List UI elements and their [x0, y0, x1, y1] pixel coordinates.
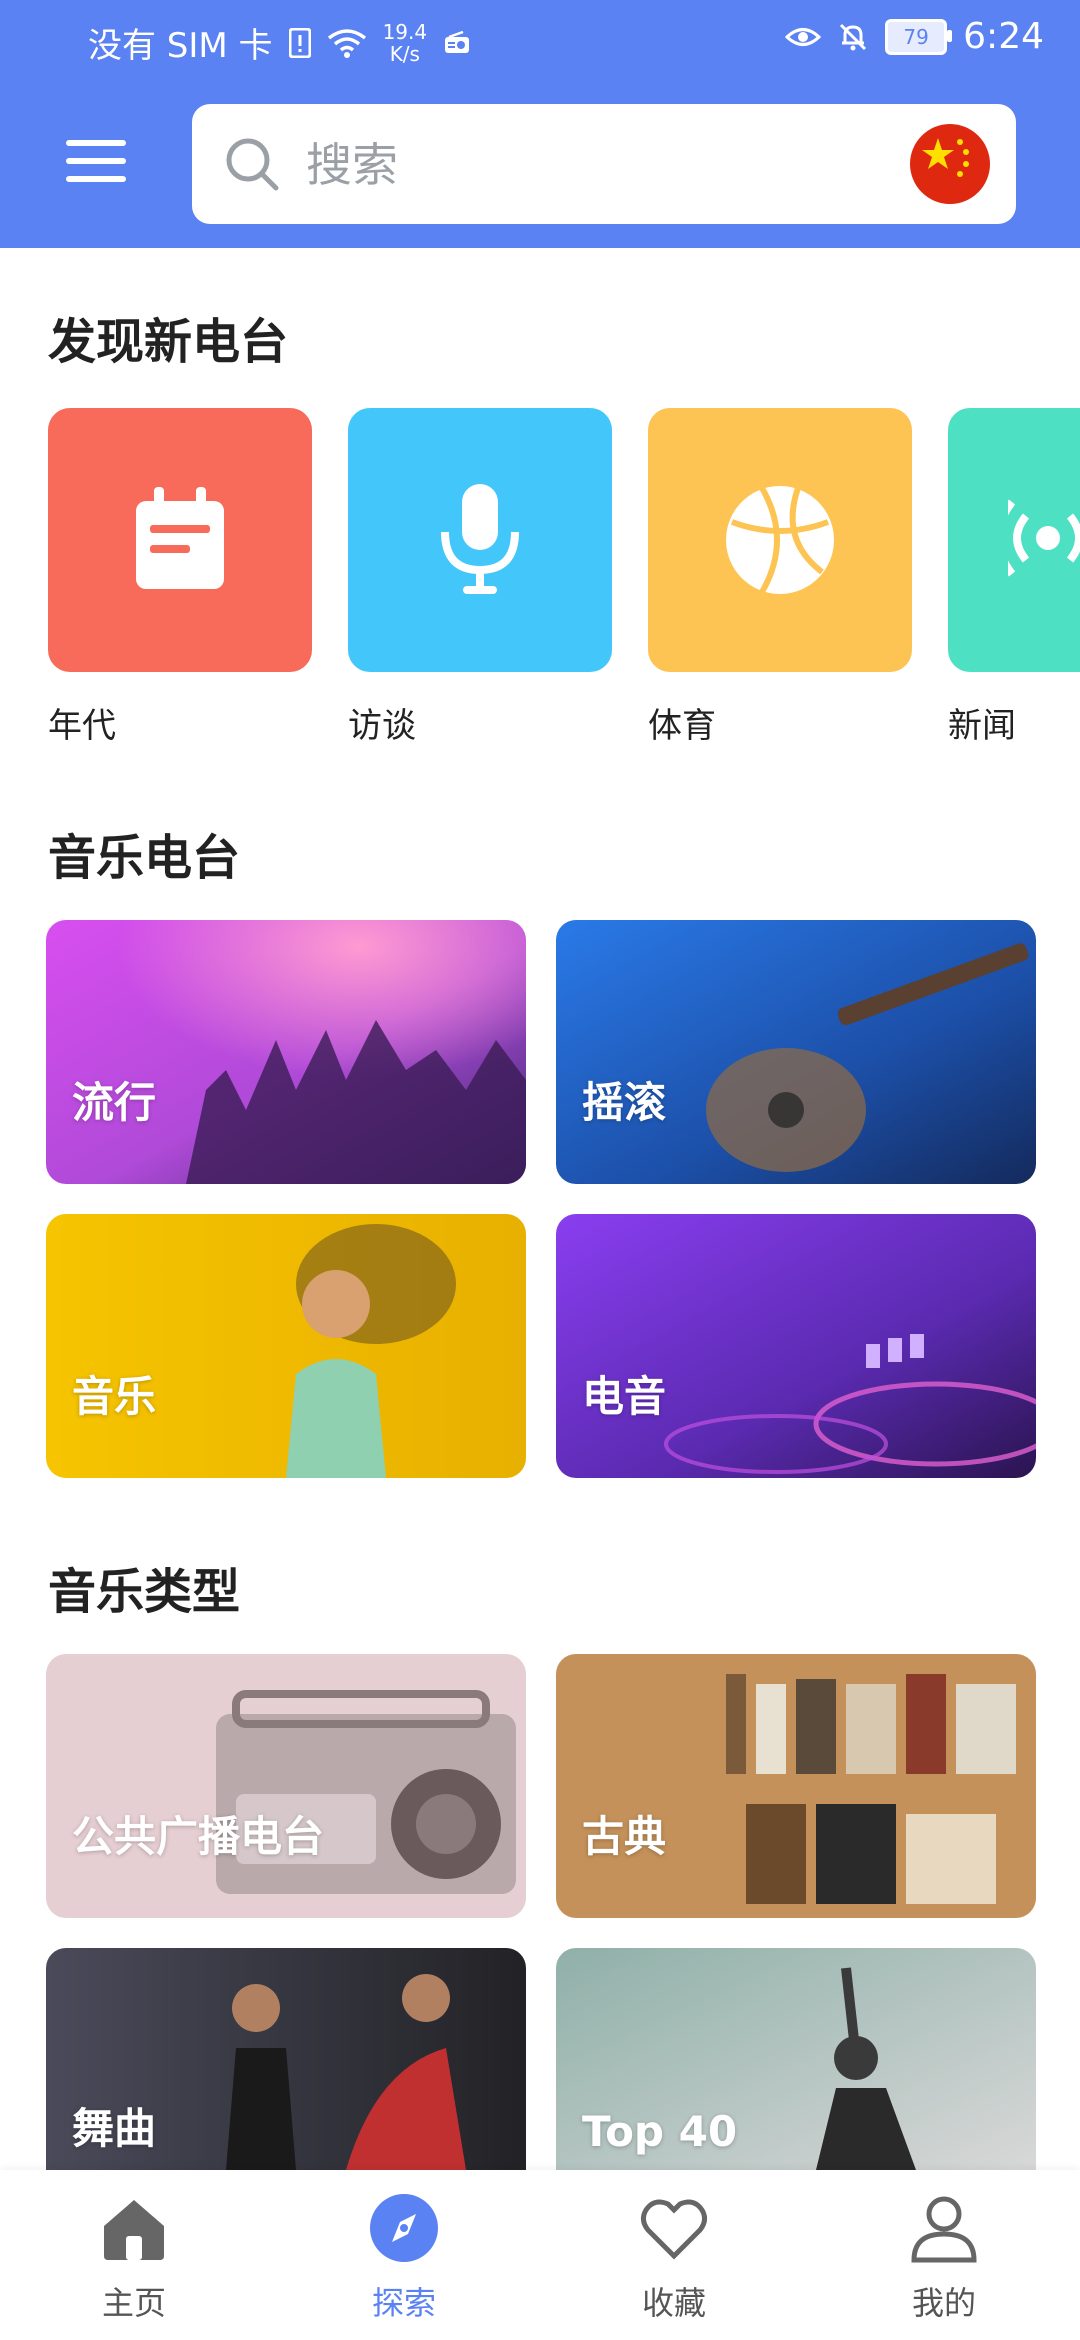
menu-button[interactable]	[66, 140, 126, 184]
clock-time: 6:24	[963, 16, 1044, 57]
speed-value: 19.4	[382, 19, 428, 44]
battery-level: 79	[903, 24, 929, 49]
dancing-woman-image	[46, 1214, 526, 1478]
category-interview[interactable]: 访谈	[348, 408, 612, 747]
basketball-icon	[726, 486, 834, 594]
station-card-edm[interactable]: 电音	[556, 1214, 1036, 1478]
category-tile[interactable]	[348, 408, 612, 672]
compass-icon	[370, 2194, 438, 2262]
category-label: 年代	[48, 706, 116, 746]
dj-turntable-image	[556, 1214, 1036, 1478]
card-label: 音乐	[72, 1372, 157, 1421]
genre-card-classical[interactable]: 古典	[556, 1654, 1036, 1918]
carrier-text: 没有 SIM 卡	[88, 26, 273, 66]
wifi-icon	[327, 28, 366, 58]
status-right: 79 6:24	[785, 16, 1044, 57]
boombox-image	[46, 1654, 526, 1918]
nav-label: 我的	[911, 2284, 976, 2322]
nav-label: 收藏	[641, 2284, 706, 2322]
menu-icon	[66, 140, 126, 146]
discover-section-title: 发现新电台	[48, 314, 289, 370]
search-icon	[226, 138, 279, 191]
nav-home[interactable]: 主页	[34, 2192, 234, 2324]
category-tile[interactable]	[948, 408, 1080, 672]
home-icon	[104, 2200, 164, 2260]
category-label: 体育	[648, 706, 716, 746]
status-left: 没有 SIM 卡 19.4 K/s	[88, 18, 471, 67]
card-label: 摇滚	[582, 1078, 667, 1127]
category-label: 新闻	[948, 706, 1016, 746]
guitar-image	[556, 920, 1036, 1184]
music-stations-title: 音乐电台	[48, 830, 241, 886]
radio-notification-icon	[445, 30, 470, 53]
mute-bell-icon	[840, 23, 867, 50]
discover-carousel[interactable]: 年代 访谈 体育 新闻	[48, 408, 1080, 758]
eye-icon	[785, 27, 822, 46]
search-bar[interactable]	[192, 104, 1016, 224]
station-card-pop[interactable]: 流行	[46, 920, 526, 1184]
battery-indicator: 79	[885, 18, 953, 55]
calendar-icon	[136, 487, 224, 589]
china-flag-icon[interactable]	[910, 124, 990, 204]
card-label: 古典	[582, 1812, 667, 1861]
concert-crowd-image	[46, 920, 526, 1184]
nav-label: 探索	[371, 2284, 436, 2322]
broadcast-icon	[1008, 499, 1080, 577]
profile-icon	[911, 2196, 977, 2263]
nav-favorites[interactable]: 收藏	[574, 2192, 774, 2324]
genre-card-top40[interactable]: Top 40	[556, 1948, 1036, 2170]
sim-alert-icon	[288, 27, 311, 58]
record-shelf-image	[556, 1654, 1036, 1918]
status-bar: 没有 SIM 卡 19.4 K/s 79 6:24	[0, 0, 1080, 84]
nav-profile[interactable]: 我的	[844, 2192, 1044, 2324]
network-speed: 19.4 K/s	[383, 21, 428, 65]
card-label: 舞曲	[72, 2104, 157, 2153]
genre-card-dance[interactable]: 舞曲	[46, 1948, 526, 2170]
category-news[interactable]: 新闻	[948, 408, 1080, 747]
speed-unit: K/s	[389, 41, 420, 66]
category-tile[interactable]	[648, 408, 912, 672]
heart-icon	[640, 2199, 708, 2260]
microphone-icon	[441, 484, 519, 594]
card-label: Top 40	[582, 2107, 738, 2156]
category-tile[interactable]	[48, 408, 312, 672]
category-label: 访谈	[348, 706, 416, 746]
nav-label: 主页	[101, 2284, 166, 2322]
category-era[interactable]: 年代	[48, 408, 312, 747]
category-sports[interactable]: 体育	[648, 408, 912, 747]
music-genres-title: 音乐类型	[48, 1564, 241, 1620]
nav-explore[interactable]: 探索	[304, 2192, 504, 2324]
bottom-navigation: 主页 探索 收藏 我的	[0, 2170, 1080, 2340]
card-label: 公共广播电台	[72, 1812, 325, 1861]
genre-card-public-radio[interactable]: 公共广播电台	[46, 1654, 526, 1918]
station-card-rock[interactable]: 摇滚	[556, 920, 1036, 1184]
card-label: 电音	[582, 1372, 667, 1421]
card-label: 流行	[72, 1078, 157, 1127]
search-input[interactable]	[304, 134, 868, 196]
app-header: 没有 SIM 卡 19.4 K/s 79 6:24 搜索	[0, 0, 1080, 248]
station-card-music[interactable]: 音乐	[46, 1214, 526, 1478]
